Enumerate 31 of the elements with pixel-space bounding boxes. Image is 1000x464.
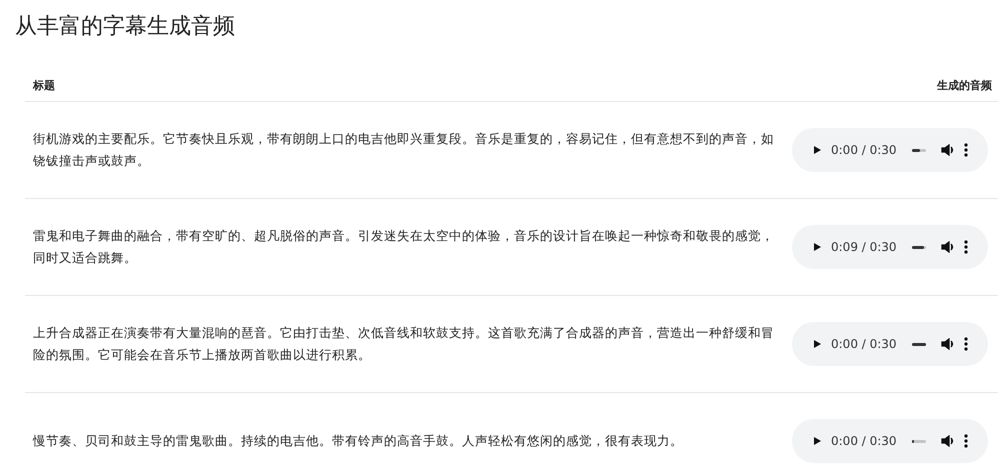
more-options-icon[interactable] <box>964 434 968 448</box>
seek-bar[interactable] <box>912 246 926 248</box>
volume-icon[interactable] <box>941 144 955 156</box>
caption-text: 上升合成器正在演奏带有大量混响的琶音。它由打击垫、次低音线和软鼓支持。这首歌充满了合成器的声音，营造出一种舒缓和冒险的氛围。它可能会在音乐节上播放两首歌曲以进行积累。 <box>33 324 775 364</box>
audio-player[interactable]: 0:00 / 0:30 <box>792 419 988 463</box>
caption-text: 街机游戏的主要配乐。它节奏快且乐观，带有朗朗上口的电吉他即兴重复段。音乐是重复的，容易记住，但有意想不到的声音，如铙钹撞击声或鼓声。 <box>33 130 775 170</box>
time-display: 0:09 / 0:30 <box>831 240 897 254</box>
audio-player[interactable]: 0:09 / 0:30 <box>792 225 988 269</box>
more-options-icon[interactable] <box>964 143 968 157</box>
play-button[interactable] <box>812 339 822 349</box>
time-display: 0:00 / 0:30 <box>831 143 897 157</box>
caption-text: 雷鬼和电子舞曲的融合，带有空旷的、超凡脱俗的声音。引发迷失在太空中的体验，音乐的设计旨在唤起一种惊奇和敬畏的感觉，同时又适合跳舞。 <box>33 227 775 267</box>
time-display: 0:00 / 0:30 <box>831 434 897 448</box>
column-header: 标题 <box>33 78 55 93</box>
play-button[interactable] <box>812 436 822 446</box>
audio-player[interactable]: 0:00 / 0:30 <box>792 322 988 366</box>
seek-bar[interactable] <box>912 342 926 346</box>
volume-icon[interactable] <box>941 241 955 253</box>
seek-bar[interactable] <box>912 148 926 152</box>
seek-bar[interactable] <box>912 440 926 442</box>
play-button[interactable] <box>812 145 822 155</box>
more-options-icon[interactable] <box>964 337 968 351</box>
volume-icon[interactable] <box>941 338 955 350</box>
volume-icon[interactable] <box>941 435 955 447</box>
time-display: 0:00 / 0:30 <box>831 337 897 351</box>
page-title: 从丰富的字幕生成音频 <box>14 13 236 41</box>
more-options-icon[interactable] <box>964 240 968 254</box>
column-header: 生成的音频 <box>937 78 992 93</box>
audio-player[interactable]: 0:00 / 0:30 <box>792 128 988 172</box>
caption-text: 慢节奏、贝司和鼓主导的雷鬼歌曲。持续的电吉他。带有铃声的高音手鼓。人声轻松有悠闲的感觉，很有表现力。 <box>33 432 684 450</box>
play-button[interactable] <box>812 242 822 252</box>
